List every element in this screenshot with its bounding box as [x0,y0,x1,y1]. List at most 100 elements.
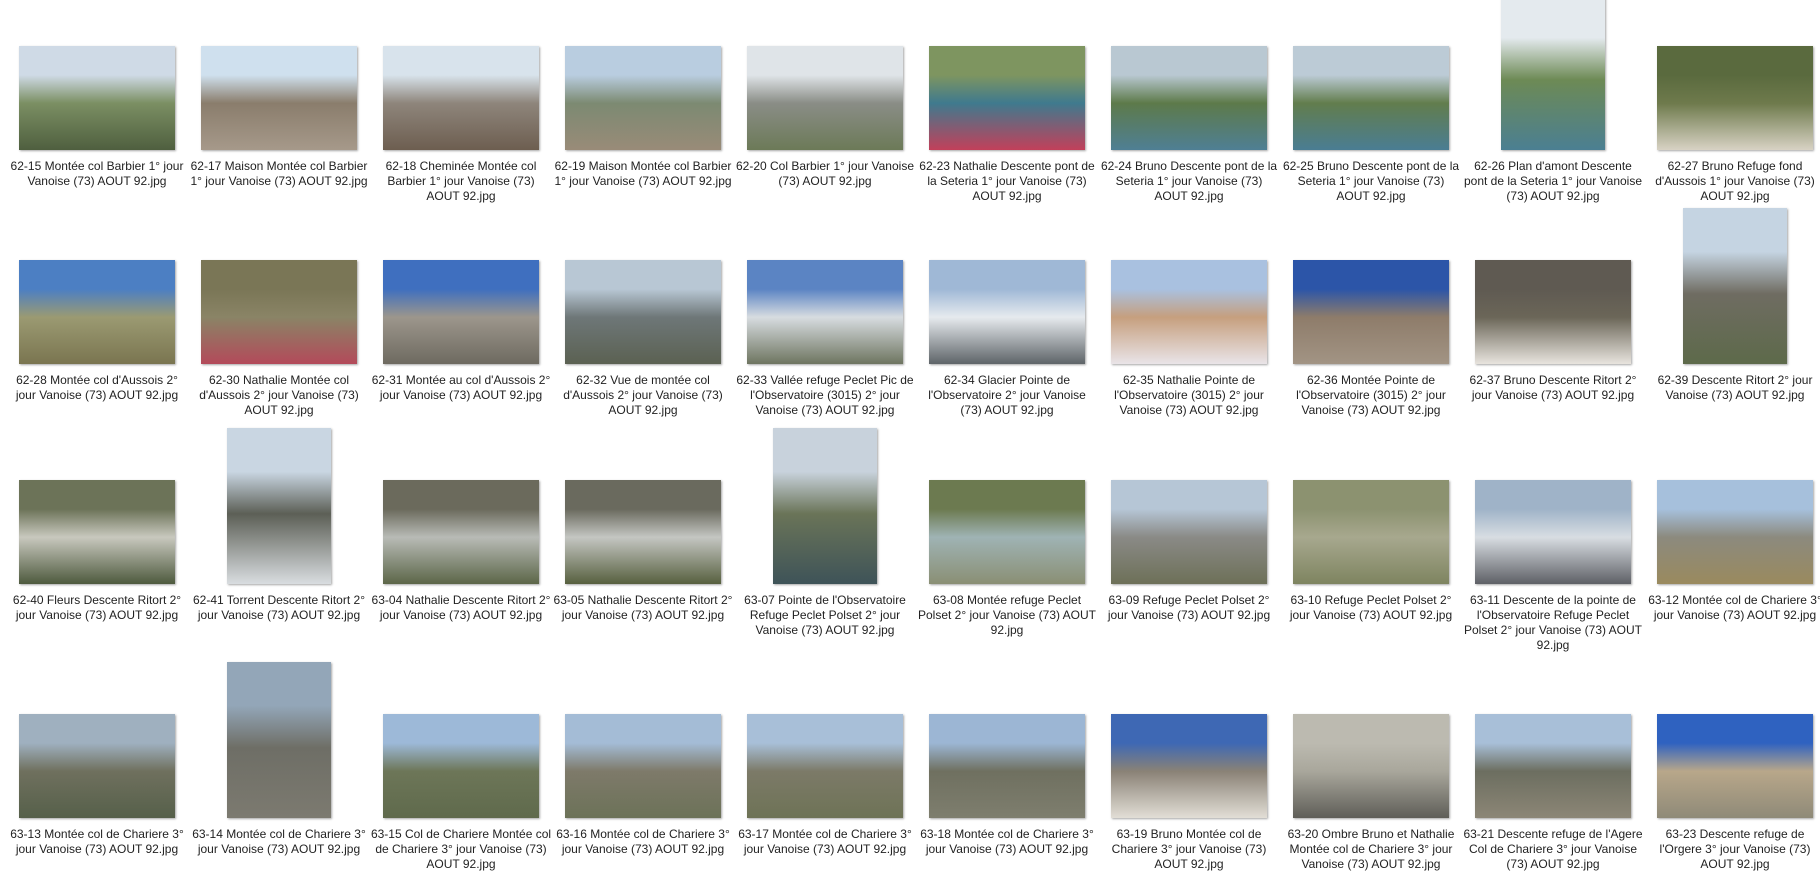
thumbnail-image[interactable] [929,46,1085,150]
thumbnail-caption: 63-21 Descente refuge de l'Agere Col de … [1463,827,1643,871]
thumbnail-image[interactable] [1657,480,1813,584]
thumbnail-frame [370,434,552,589]
thumbnail-caption: 62-24 Bruno Descente pont de la Seteria … [1100,159,1278,203]
thumbnail-frame [1098,668,1280,823]
thumbnail-caption: 63-10 Refuge Peclet Polset 2° jour Vanoi… [1289,593,1453,622]
thumbnail-caption: 63-14 Montée col de Chariere 3° jour Van… [192,827,366,856]
thumbnail-caption: 63-16 Montée col de Chariere 3° jour Van… [556,827,730,856]
thumbnail-image[interactable] [747,46,903,150]
thumbnail-frame [1280,434,1462,589]
thumbnail-frame [1098,434,1280,589]
thumbnail-frame [1280,668,1462,823]
thumbnail-image[interactable] [1475,714,1631,818]
thumbnail-image[interactable] [19,46,175,150]
thumbnail-caption: 62-32 Vue de montée col d'Aussois 2° jou… [563,373,723,417]
thumbnail-caption: 62-27 Bruno Refuge fond d'Aussois 1° jou… [1655,159,1815,203]
thumbnail-image[interactable] [19,260,175,364]
thumbnail-image[interactable] [1475,480,1631,584]
thumbnail-frame [188,662,370,823]
thumbnail-image[interactable] [1657,714,1813,818]
thumbnail-caption: 62-40 Fleurs Descente Ritort 2° jour Van… [12,593,182,622]
thumbnail-frame [552,668,734,823]
thumbnail-caption: 62-23 Nathalie Descente pont de la Seter… [919,159,1095,203]
thumbnail-image[interactable] [383,714,539,818]
thumbnail-image[interactable] [19,480,175,584]
thumbnail-image[interactable] [929,714,1085,818]
thumbnail-frame [734,214,916,369]
thumbnail-frame [370,668,552,823]
thumbnail-frame [916,668,1098,823]
thumbnail-image[interactable] [1111,480,1267,584]
thumbnail-image[interactable] [1293,714,1449,818]
thumbnail-grid: 62-15 Montée col Barbier 1° jour Vanoise… [0,0,1820,877]
thumbnail-frame [734,668,916,823]
thumbnail-image[interactable] [1293,260,1449,364]
thumbnail-frame [1644,0,1820,155]
thumbnail-frame [552,0,734,155]
thumbnail-frame [552,434,734,589]
thumbnail-frame [370,214,552,369]
thumbnail-frame [552,214,734,369]
thumbnail-caption: 62-37 Bruno Descente Ritort 2° jour Vano… [1469,373,1637,402]
thumbnail-image[interactable] [1293,480,1449,584]
thumbnail-caption: 62-31 Montée au col d'Aussois 2° jour Va… [371,373,551,402]
thumbnail-caption: 63-19 Bruno Montée col de Chariere 3° jo… [1111,827,1267,871]
thumbnail-image[interactable] [1111,260,1267,364]
thumbnail-image[interactable] [227,428,331,584]
thumbnail-image[interactable] [19,714,175,818]
thumbnail-image[interactable] [1657,46,1813,150]
thumbnail-image[interactable] [201,260,357,364]
thumbnail-frame [734,0,916,155]
thumbnail-image[interactable] [227,662,331,818]
thumbnail-caption: 63-11 Descente de la pointe de l'Observa… [1464,593,1642,652]
thumbnail-image[interactable] [565,46,721,150]
thumbnail-frame [1462,0,1644,155]
thumbnail-caption: 62-28 Montée col d'Aussois 2° jour Vanoi… [15,373,179,402]
thumbnail-caption: 62-35 Nathalie Pointe de l'Observatoire … [1114,373,1264,417]
thumbnail-image[interactable] [565,260,721,364]
thumbnail-image[interactable] [773,428,877,584]
thumbnail-caption: 63-15 Col de Chariere Montée col de Char… [370,827,552,871]
thumbnail-frame [916,214,1098,369]
thumbnail-frame [734,428,916,589]
thumbnail-caption: 62-34 Glacier Pointe de l'Observatoire 2… [928,373,1086,417]
thumbnail-caption: 62-33 Vallée refuge Peclet Pic de l'Obse… [736,373,914,417]
thumbnail-frame [188,0,370,155]
thumbnail-image[interactable] [747,714,903,818]
thumbnail-image[interactable] [1111,46,1267,150]
thumbnail-image[interactable] [383,46,539,150]
thumbnail-image[interactable] [383,480,539,584]
thumbnail-caption: 62-30 Nathalie Montée col d'Aussois 2° j… [199,373,359,417]
thumbnail-caption: 63-04 Nathalie Descente Ritort 2° jour V… [371,593,551,622]
thumbnail-image[interactable] [1111,714,1267,818]
thumbnail-caption: 62-26 Plan d'amont Descente pont de la S… [1463,159,1643,203]
thumbnail-frame [1098,0,1280,155]
thumbnail-image[interactable] [383,260,539,364]
thumbnail-frame [6,0,188,155]
thumbnail-caption: 63-23 Descente refuge de l'Orgere 3° jou… [1659,827,1811,871]
thumbnail-frame [188,428,370,589]
thumbnail-caption: 62-18 Cheminée Montée col Barbier 1° jou… [385,159,537,203]
thumbnail-image[interactable] [929,480,1085,584]
thumbnail-image[interactable] [1475,260,1631,364]
thumbnail-image[interactable] [929,260,1085,364]
thumbnail-caption: 63-17 Montée col de Chariere 3° jour Van… [738,827,912,856]
thumbnail-frame [370,0,552,155]
thumbnail-image[interactable] [1683,208,1787,364]
thumbnail-image[interactable] [747,260,903,364]
thumbnail-image[interactable] [565,714,721,818]
thumbnail-image[interactable] [201,46,357,150]
thumbnail-caption: 63-08 Montée refuge Peclet Polset 2° jou… [918,593,1096,637]
thumbnail-image[interactable] [1293,46,1449,150]
thumbnail-image[interactable] [1501,0,1605,150]
thumbnail-caption: 63-05 Nathalie Descente Ritort 2° jour V… [553,593,733,622]
thumbnail-caption: 62-17 Maison Montée col Barbier 1° jour … [190,159,368,188]
thumbnail-caption: 62-25 Bruno Descente pont de la Seteria … [1282,159,1460,203]
thumbnail-image[interactable] [565,480,721,584]
thumbnail-frame [916,434,1098,589]
thumbnail-frame [6,434,188,589]
thumbnail-frame [916,0,1098,155]
thumbnail-caption: 62-20 Col Barbier 1° jour Vanoise (73) A… [735,159,914,188]
thumbnail-frame [1644,668,1820,823]
thumbnail-caption: 62-19 Maison Montée col Barbier 1° jour … [554,159,732,188]
